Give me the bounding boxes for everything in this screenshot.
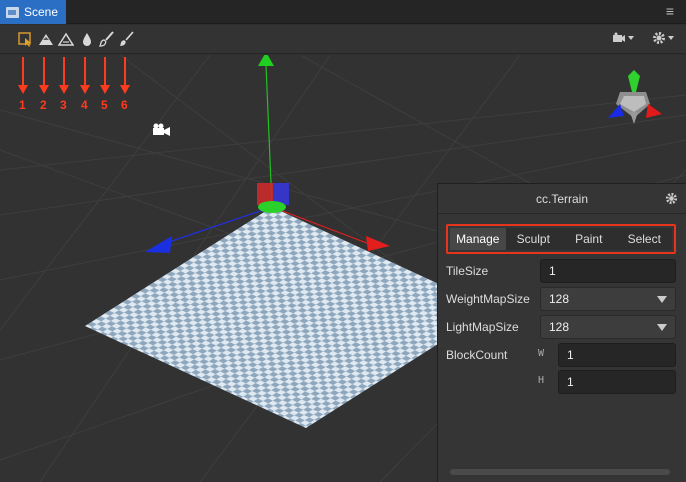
tile-size-label: TileSize bbox=[446, 264, 489, 278]
annotation-number: 4 bbox=[81, 98, 88, 112]
block-count-row: BlockCount W 1 bbox=[446, 343, 676, 367]
w-axis-label: W bbox=[538, 348, 545, 359]
panel-header: cc.Terrain bbox=[438, 184, 686, 214]
camera-dropdown-icon bbox=[613, 32, 625, 42]
annotation-number: 1 bbox=[19, 98, 26, 112]
annotation-number: 6 bbox=[121, 98, 128, 112]
weight-map-size-select[interactable]: 128 bbox=[540, 287, 676, 311]
block-count-w: W 1 bbox=[538, 343, 676, 367]
annotation-number: 2 bbox=[40, 98, 47, 112]
tab-scene[interactable]: Scene bbox=[0, 0, 66, 24]
light-map-size-label: LightMapSize bbox=[446, 320, 519, 334]
terrain-paint-brush-icon[interactable] bbox=[99, 31, 115, 47]
chevron-down-icon bbox=[668, 36, 674, 40]
chevron-down-icon bbox=[657, 296, 667, 303]
terrain-lower-icon[interactable] bbox=[58, 31, 74, 47]
chevron-down-icon bbox=[657, 324, 667, 331]
weight-map-size-value: 128 bbox=[549, 292, 570, 306]
h-axis-label: H bbox=[538, 375, 545, 386]
annotation-number: 5 bbox=[101, 98, 108, 112]
block-count-h: H 1 bbox=[538, 370, 676, 394]
terrain-mode-tabs: Manage Sculpt Paint Select bbox=[446, 224, 676, 254]
block-count-label: BlockCount bbox=[446, 348, 508, 362]
tab-sculpt[interactable]: Sculpt bbox=[505, 228, 561, 250]
terrain-select-icon[interactable] bbox=[17, 31, 33, 47]
terrain-brush-icon[interactable] bbox=[119, 31, 135, 47]
scene-toolbar bbox=[0, 25, 686, 54]
terrain-smooth-icon[interactable] bbox=[79, 31, 95, 47]
settings-dropdown[interactable] bbox=[652, 31, 674, 45]
terrain-raise-icon[interactable] bbox=[38, 31, 54, 47]
camera-dropdown[interactable] bbox=[612, 31, 634, 45]
annotation-number: 3 bbox=[60, 98, 67, 112]
tile-size-row: TileSize 1 bbox=[446, 259, 676, 283]
chevron-down-icon bbox=[628, 36, 634, 40]
weight-map-size-label: WeightMapSize bbox=[446, 292, 530, 306]
gear-icon[interactable] bbox=[665, 192, 678, 205]
tab-paint[interactable]: Paint bbox=[561, 228, 617, 250]
block-count-h-row: H 1 bbox=[446, 370, 676, 394]
panel-title: cc.Terrain bbox=[535, 191, 588, 206]
tab-select[interactable]: Select bbox=[616, 228, 672, 250]
light-map-size-row: LightMapSize 128 bbox=[446, 315, 676, 339]
weight-map-size-row: WeightMapSize 128 bbox=[446, 287, 676, 311]
panel-menu-button[interactable]: ≡ bbox=[666, 3, 674, 19]
block-count-w-input[interactable]: 1 bbox=[558, 343, 676, 367]
tab-manage[interactable]: Manage bbox=[450, 228, 506, 250]
scene-icon bbox=[6, 6, 19, 18]
tile-size-input[interactable]: 1 bbox=[540, 259, 676, 283]
tab-scene-label: Scene bbox=[24, 5, 59, 19]
panel-scrollbar[interactable] bbox=[450, 469, 670, 475]
light-map-size-select[interactable]: 128 bbox=[540, 315, 676, 339]
title-bar: Scene ≡ bbox=[0, 0, 686, 24]
settings-dropdown-icon bbox=[653, 32, 665, 44]
block-count-h-input[interactable]: 1 bbox=[558, 370, 676, 394]
light-map-size-value: 128 bbox=[549, 320, 570, 334]
terrain-panel: cc.Terrain Manage Sculpt Paint Select Ti… bbox=[437, 183, 686, 482]
